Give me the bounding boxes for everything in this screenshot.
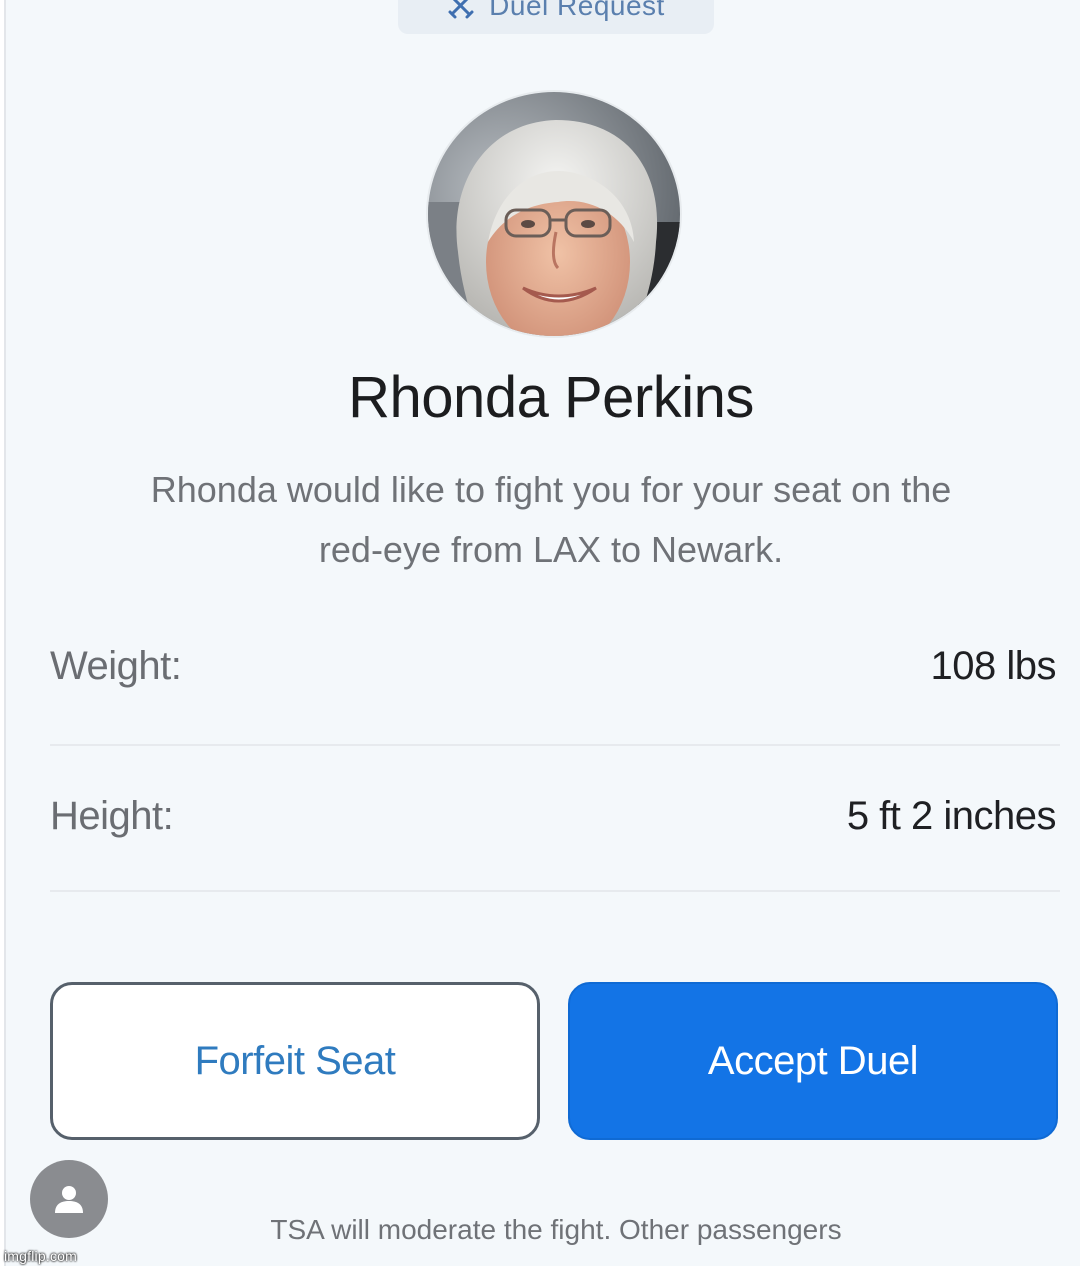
avatar	[428, 92, 680, 336]
duel-message: Rhonda would like to fight you for your …	[150, 469, 952, 570]
stat-row-height: Height: 5 ft 2 inches	[50, 794, 1057, 839]
duel-request-chip: Duel Request	[398, 0, 714, 34]
duel-request-screen: Duel Request Rhonda Perkins Rhonda would…	[4, 0, 1080, 1266]
stat-value: 108 lbs	[930, 644, 1057, 688]
divider	[50, 744, 1060, 746]
divider	[50, 890, 1060, 892]
profile-name: Rhonda Perkins	[348, 365, 754, 430]
accept-duel-button[interactable]: Accept Duel	[568, 982, 1058, 1140]
watermark: imgflip.com	[4, 1248, 77, 1264]
chip-label: Duel Request	[489, 0, 665, 21]
crossed-swords-icon	[447, 0, 475, 20]
stat-row-weight: Weight: 108 lbs	[50, 644, 1057, 689]
stat-label: Height:	[50, 794, 174, 838]
person-icon[interactable]	[30, 1160, 108, 1238]
stat-value: 5 ft 2 inches	[846, 794, 1057, 838]
stat-label: Weight:	[50, 644, 182, 688]
tsa-footnote: TSA will moderate the fight. Other passe…	[270, 1214, 842, 1245]
forfeit-seat-button[interactable]: Forfeit Seat	[50, 982, 540, 1140]
